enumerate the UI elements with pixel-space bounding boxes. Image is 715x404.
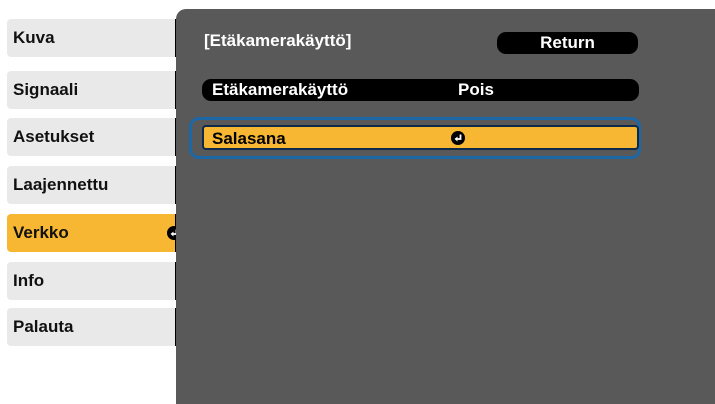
sidebar-item-asetukset[interactable]: Asetukset [7,118,187,156]
sidebar-item-label: Signaali [13,80,79,99]
remote-camera-setting-row[interactable]: Etäkamerakäyttö Pois [202,79,639,101]
password-setting-row[interactable]: Salasana [202,125,639,150]
page-title: [Etäkamerakäyttö] [204,31,352,50]
settings-panel: [Etäkamerakäyttö] Return Etäkamerakäyttö… [176,9,715,404]
sidebar-item-label: Verkko [13,223,69,242]
sidebar-item-signaali[interactable]: Signaali [7,71,187,109]
setting-label: Salasana [212,129,286,148]
sidebar-item-label: Info [13,271,45,290]
sidebar-item-palauta[interactable]: Palauta [7,308,187,346]
sidebar-item-verkko[interactable]: Verkko [7,214,187,252]
sidebar-item-label: Laajennettu [13,175,109,194]
sidebar-item-label: Palauta [13,317,74,336]
sidebar-item-info[interactable]: Info [7,262,187,300]
sidebar-item-kuva[interactable]: Kuva [7,19,187,57]
enter-icon [451,131,465,145]
setting-value: Pois [458,80,494,99]
return-button[interactable]: Return [497,32,638,54]
sidebar-menu: Kuva Signaali Asetukset Laajennettu Verk… [0,0,187,404]
setting-label: Etäkamerakäyttö [212,80,349,99]
sidebar-item-laajennettu[interactable]: Laajennettu [7,166,187,204]
sidebar-item-label: Asetukset [13,127,95,146]
sidebar-item-label: Kuva [13,28,55,47]
